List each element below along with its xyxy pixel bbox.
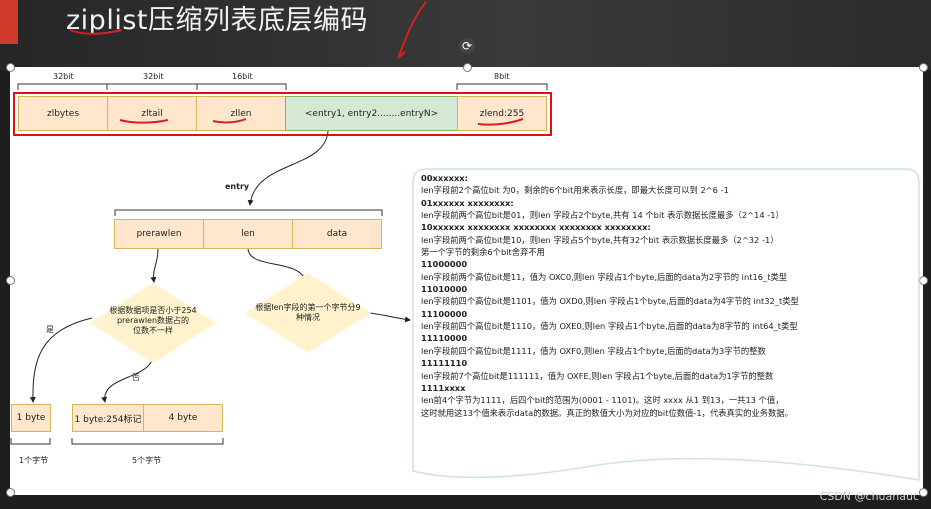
box-254-marker[interactable]: 1 byte:254标记	[72, 404, 144, 432]
note-heading: 11111110	[421, 358, 468, 369]
note-line: len字段前7个高位bit是111111，值为 OXFE,则len 字段占1个b…	[421, 370, 774, 381]
note-heading: 01xxxxxx xxxxxxxx:	[421, 197, 514, 208]
no-label: 否	[132, 373, 140, 382]
cell-data[interactable]: data	[292, 219, 382, 249]
note-line: len字段前两个高位bit是11，值为 OXC0,则len 字段占1个byte,…	[421, 271, 788, 282]
caption-one-byte: 1个字节	[19, 456, 49, 465]
cell-len[interactable]: len	[203, 219, 293, 249]
note-line: len字段前两个高位bit是10，则len 字段占5个byte,共有32个bit…	[421, 234, 779, 245]
notes-text: 00xxxxxx: len字段前2个高位bit 为0，剩余的6个bit用来表示长度…	[421, 172, 916, 419]
note-line: len字段前四个高位bit是1101，值为 OXD0,则len 字段占1个byt…	[421, 296, 799, 307]
yes-label: 是	[46, 325, 54, 334]
note-heading: 10xxxxxx xxxxxxxx xxxxxxxx xxxxxxxx xxxx…	[421, 222, 651, 233]
note-line: len字段前四个高位bit是1111，值为 OXF0,则len 字段占1个byt…	[421, 345, 766, 356]
note-line: 第一个字节的剩余6个bit舍弃不用	[421, 247, 545, 258]
box-one-byte[interactable]: 1 byte	[11, 404, 51, 432]
note-heading: 11000000	[421, 259, 468, 270]
note-line: len字段前四个高位bit是1110，值为 OXE0,则len 字段占1个byt…	[421, 321, 798, 332]
decision-prerawlen-text: 根据数据项是否小于254 prerawlen数据占的 位数不一样	[109, 306, 197, 335]
note-line: len前4个字节为1111，后四个bit的范围为(0001 - 1101)。这时…	[421, 395, 784, 406]
note-heading: 1111xxxx	[421, 382, 466, 393]
note-heading: 00xxxxxx:	[421, 173, 468, 183]
note-heading: 11110000	[421, 333, 468, 344]
note-heading: 11010000	[421, 284, 468, 295]
caption-five-bytes: 5个字节	[132, 456, 162, 465]
note-heading: 11100000	[421, 308, 468, 319]
csdn-watermark: CSDN @chuanauc	[819, 490, 919, 503]
box-four-bytes[interactable]: 4 byte	[143, 404, 223, 432]
note-line: len字段前两个高位bit是01，则len 字段占2个byte,共有 14 个b…	[421, 210, 784, 221]
entry-label: entry	[225, 182, 250, 191]
decision-len-text: 根据len字段的第一个字节分9 种情况	[255, 303, 361, 322]
note-line: len字段前2个高位bit 为0，剩余的6个bit用来表示长度，即最大长度可以到…	[421, 185, 729, 196]
cell-prerawlen[interactable]: prerawlen	[114, 219, 204, 249]
note-line: 这时就用这13个值来表示data的数据。真正的数值大小为对应的bit位数值-1，…	[421, 407, 793, 418]
